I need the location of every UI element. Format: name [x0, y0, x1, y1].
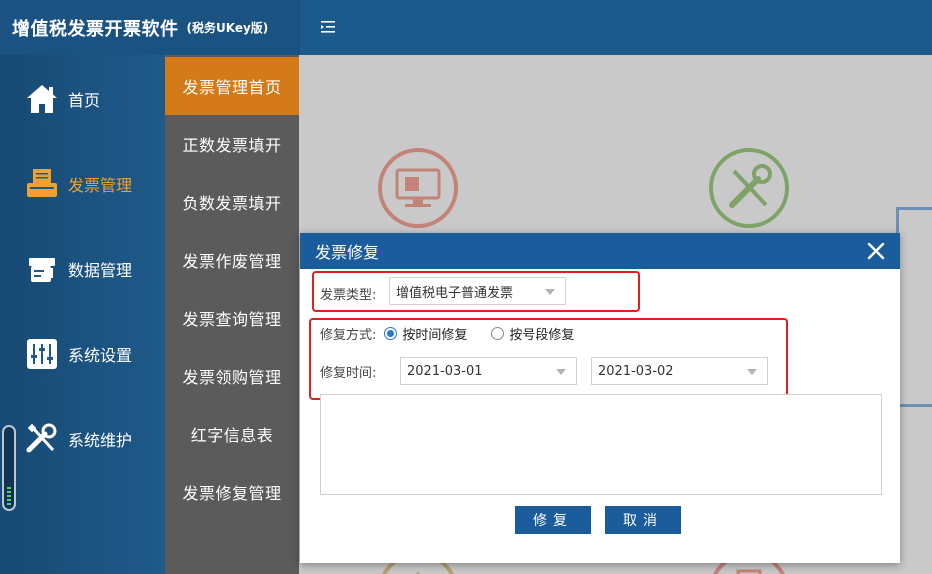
close-icon[interactable]	[866, 241, 886, 261]
tools-icon	[24, 421, 60, 457]
subnav-item-void[interactable]: 发票作废管理	[165, 231, 299, 289]
settings-sliders-icon	[24, 336, 60, 372]
nav-item-data[interactable]: 数据管理	[0, 239, 165, 299]
nav-label-maintenance: 系统维护	[68, 431, 133, 450]
repair-log-area[interactable]	[320, 394, 882, 495]
subnav-item-repair[interactable]: 发票修复管理	[165, 463, 299, 521]
subnav-item-red-info[interactable]: 红字信息表	[165, 405, 299, 463]
nav-item-maintenance[interactable]: 系统维护	[0, 409, 165, 469]
level-bar	[7, 499, 11, 501]
dialog-header: 发票修复	[300, 233, 900, 269]
repair-button[interactable]: 修复	[515, 506, 591, 534]
maintenance-tools-icon	[708, 147, 790, 233]
nav-label-home: 首页	[68, 91, 101, 110]
sub-nav: 发票管理首页 正数发票填开 负数发票填开 发票作废管理 发票查询管理 发票领购管…	[165, 55, 299, 574]
level-bar	[7, 495, 11, 497]
nav-item-home[interactable]: 首页	[0, 69, 165, 129]
home-icon	[24, 81, 60, 117]
level-slider[interactable]	[2, 425, 16, 511]
app-subtitle: (税务UKey版)	[186, 21, 269, 35]
cancel-button[interactable]: 取消	[605, 506, 681, 534]
subnav-item-purchase[interactable]: 发票领购管理	[165, 347, 299, 405]
level-bar	[7, 487, 11, 489]
nav-label-data: 数据管理	[68, 261, 133, 280]
subnav-item-home[interactable]: 发票管理首页	[165, 57, 299, 115]
highlight-box-type	[312, 271, 640, 312]
subnav-item-positive-invoice[interactable]: 正数发票填开	[165, 115, 299, 173]
menu-collapse-icon[interactable]	[318, 17, 338, 37]
level-bar	[7, 491, 11, 493]
invoice-repair-dialog: 发票修复 发票类型: 增值税电子普通发票 修复方式: 按时间修复 按号段修复 修…	[300, 233, 900, 563]
left-nav: 首页 发票管理 数据管理 系统设置 系统维护	[0, 55, 165, 574]
nav-item-invoice[interactable]: 发票管理	[0, 154, 165, 214]
dialog-title: 发票修复	[315, 243, 380, 262]
invoice-printer-icon	[24, 166, 60, 202]
level-bar	[7, 503, 11, 505]
nav-item-settings[interactable]: 系统设置	[0, 324, 165, 384]
invoice-issue-icon	[377, 147, 459, 233]
subnav-item-negative-invoice[interactable]: 负数发票填开	[165, 173, 299, 231]
app-title: 增值税发票开票软件	[12, 18, 179, 40]
nav-label-invoice: 发票管理	[68, 176, 133, 195]
nav-label-settings: 系统设置	[68, 346, 133, 365]
data-manage-icon	[24, 251, 60, 287]
subnav-item-query[interactable]: 发票查询管理	[165, 289, 299, 347]
highlight-box-mode-time	[309, 318, 788, 400]
background-panel-frame	[896, 207, 932, 407]
app-title-bar: 增值税发票开票软件 (税务UKey版)	[0, 0, 300, 55]
